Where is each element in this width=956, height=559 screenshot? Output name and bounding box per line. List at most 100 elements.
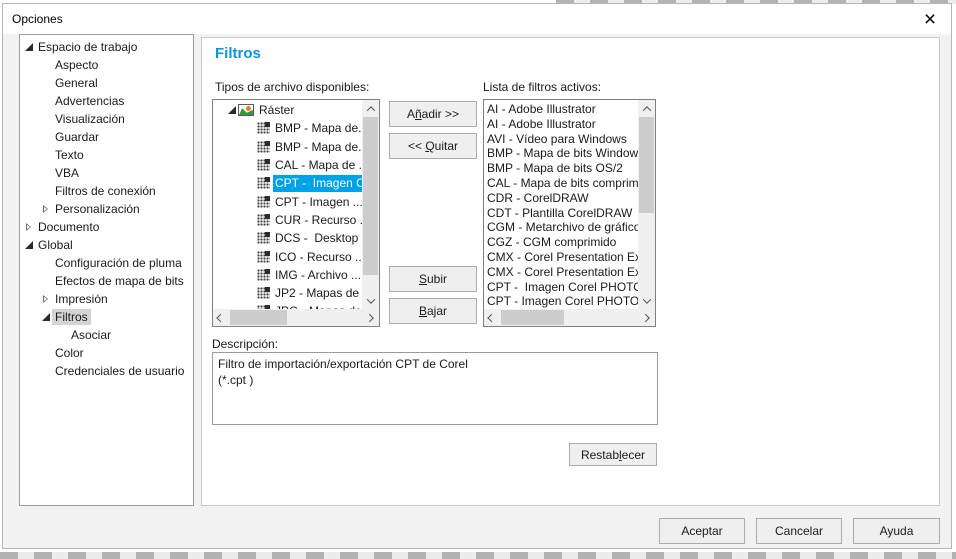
tree-item[interactable]: Configuración de pluma: [20, 254, 193, 272]
list-item[interactable]: AI - Adobe Illustrator: [484, 117, 638, 132]
list-item[interactable]: AI - Adobe Illustrator: [484, 102, 638, 117]
scrollbar-thumb[interactable]: [501, 310, 564, 325]
tree-expand-icon[interactable]: [40, 203, 52, 215]
tree-item[interactable]: Asociar: [20, 326, 193, 344]
add-button[interactable]: Añadir >>: [389, 101, 477, 127]
scrollbar-thumb[interactable]: [639, 117, 654, 213]
tree-item-label: Credenciales de usuario: [52, 363, 187, 379]
tree-item[interactable]: Impresión: [20, 290, 193, 308]
scrollbar-thumb[interactable]: [230, 310, 287, 325]
list-item[interactable]: DCS - Desktop ...: [213, 229, 362, 247]
tree-item[interactable]: Texto: [20, 146, 193, 164]
tree-item[interactable]: Color: [20, 344, 193, 362]
tree-expand-icon[interactable]: [40, 311, 52, 323]
tree-item-label: Color: [52, 345, 87, 361]
tree-item[interactable]: Guardar: [20, 128, 193, 146]
tree-item[interactable]: Efectos de mapa de bits: [20, 272, 193, 290]
tree-item[interactable]: Aspecto: [20, 56, 193, 74]
list-item[interactable]: BMP - Mapa de bits OS/2: [484, 161, 638, 176]
move-down-button[interactable]: Bajar: [389, 298, 477, 324]
list-item[interactable]: JP2 - Mapas de ...: [213, 284, 362, 302]
list-item[interactable]: IMG - Archivo ...: [213, 266, 362, 284]
scroll-left-icon[interactable]: [213, 309, 230, 326]
list-item[interactable]: CGM - Metarchivo de gráficos: [484, 220, 638, 235]
tree-item-label: Global: [35, 237, 76, 253]
available-filters-rows: Ráster BMP - Mapa de... BMP -: [213, 101, 362, 309]
scroll-left-icon[interactable]: [484, 309, 501, 326]
tree-item-label: VBA: [52, 165, 82, 181]
list-item[interactable]: BMP - Mapa de...: [213, 119, 362, 137]
tree-expand-icon[interactable]: [226, 104, 238, 116]
tree-item-label: Texto: [52, 147, 87, 163]
list-group-raster[interactable]: Ráster: [213, 101, 362, 119]
list-item[interactable]: BMP - Mapa de...: [213, 138, 362, 156]
list-item[interactable]: CPT - Imagen Co: [213, 174, 362, 192]
list-item-label: AI - Adobe Illustrator: [487, 102, 596, 116]
list-item-label: CGZ - CGM comprimido: [487, 235, 616, 249]
tree-expand-icon[interactable]: [23, 239, 35, 251]
reset-button[interactable]: Restablecer: [569, 443, 657, 466]
bitmap-file-icon: [257, 122, 270, 134]
cancel-button[interactable]: Cancelar: [756, 518, 842, 544]
tree-item[interactable]: Global: [20, 236, 193, 254]
remove-button[interactable]: << Quitar: [389, 133, 477, 159]
list-item[interactable]: CAL - Mapa de bits comprimido: [484, 176, 638, 191]
list-group-label: Ráster: [257, 102, 362, 119]
list-item[interactable]: CPT - Imagen Corel PHOTO-PAINT: [484, 294, 638, 309]
tree-item-label: Configuración de pluma: [52, 255, 185, 271]
close-icon[interactable]: ×: [917, 6, 943, 32]
list-item[interactable]: CAL - Mapa de ...: [213, 156, 362, 174]
scrollbar-thumb[interactable]: [363, 117, 378, 275]
tree-item[interactable]: Filtros de conexión: [20, 182, 193, 200]
tree-item-label: Asociar: [68, 327, 114, 343]
tree-expand-icon[interactable]: [40, 293, 52, 305]
tree-expand-icon[interactable]: [23, 41, 35, 53]
list-item-label: CMX - Corel Presentation Exchange: [487, 250, 638, 264]
list-item[interactable]: BMP - Mapa de bits Windows: [484, 146, 638, 161]
scroll-up-icon[interactable]: [638, 100, 655, 117]
list-item-label: AVI - Vídeo para Windows: [487, 132, 627, 146]
tree-item[interactable]: Personalización: [20, 200, 193, 218]
list-item[interactable]: CDT - Plantilla CorelDRAW: [484, 206, 638, 221]
list-item-label: CPT - Imagen ...: [273, 193, 362, 210]
list-item[interactable]: CMX - Corel Presentation Exchange: [484, 250, 638, 265]
scroll-right-icon[interactable]: [638, 309, 655, 326]
list-item[interactable]: CMX - Corel Presentation Exchange: [484, 265, 638, 280]
bitmap-file-icon: [257, 159, 270, 171]
tree-item[interactable]: Credenciales de usuario: [20, 362, 193, 380]
list-item-label: JP2 - Mapas de ...: [273, 285, 362, 302]
move-up-button[interactable]: Subir: [389, 266, 477, 292]
tree-expand-icon[interactable]: [23, 221, 35, 233]
tree-item[interactable]: Filtros: [20, 308, 193, 326]
tree-item-label: Documento: [35, 219, 102, 235]
scroll-up-icon[interactable]: [362, 100, 379, 117]
list-item[interactable]: AVI - Vídeo para Windows: [484, 132, 638, 147]
list-item[interactable]: CUR - Recurso ...: [213, 211, 362, 229]
page-title: Filtros: [215, 45, 261, 62]
vertical-scrollbar[interactable]: [638, 100, 655, 309]
available-items: BMP - Mapa de... BMP - Mapa de... CAL - …: [213, 119, 362, 309]
list-item[interactable]: CDR - CorelDRAW: [484, 191, 638, 206]
active-filters-rows: AI - Adobe Illustrator AI - Adobe Illust…: [484, 102, 638, 309]
list-item-label: CAL - Mapa de ...: [273, 157, 362, 174]
list-item[interactable]: JPG - Mapas de: [213, 302, 362, 309]
list-item[interactable]: CPT - Imagen Corel PHOTO-PAINT: [484, 280, 638, 295]
tree-item[interactable]: VBA: [20, 164, 193, 182]
scroll-right-icon[interactable]: [362, 309, 379, 326]
horizontal-scrollbar[interactable]: [484, 309, 655, 326]
horizontal-scrollbar[interactable]: [213, 309, 379, 326]
vertical-scrollbar[interactable]: [362, 100, 379, 309]
tree-item[interactable]: Espacio de trabajo: [20, 38, 193, 56]
list-item[interactable]: CGZ - CGM comprimido: [484, 235, 638, 250]
scroll-down-icon[interactable]: [638, 292, 655, 309]
image-file-icon: [238, 104, 254, 116]
accept-button[interactable]: Aceptar: [659, 518, 745, 544]
scroll-down-icon[interactable]: [362, 292, 379, 309]
tree-item[interactable]: Visualización: [20, 110, 193, 128]
tree-item[interactable]: General: [20, 74, 193, 92]
tree-item[interactable]: Advertencias: [20, 92, 193, 110]
tree-item[interactable]: Documento: [20, 218, 193, 236]
list-item[interactable]: ICO - Recurso ...: [213, 247, 362, 265]
list-item[interactable]: CPT - Imagen ...: [213, 192, 362, 210]
help-button[interactable]: Ayuda: [853, 518, 940, 544]
